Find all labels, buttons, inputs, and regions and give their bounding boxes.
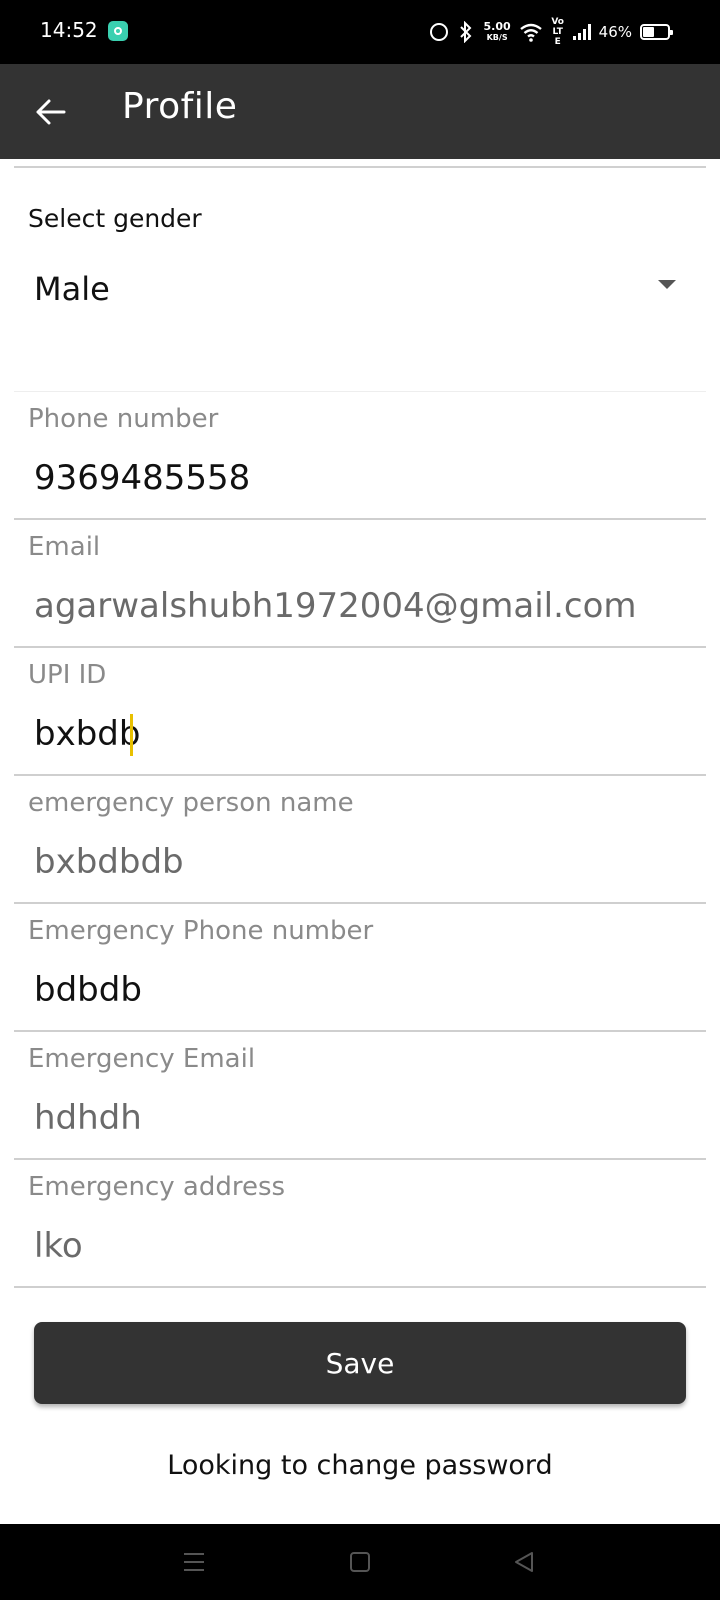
upi-field: UPI ID xyxy=(14,648,706,776)
network-speed-unit: KB/S xyxy=(486,33,508,42)
gender-value: Male xyxy=(34,270,110,308)
status-time: 14:52 xyxy=(40,18,98,42)
emergency-address-field: Emergency address xyxy=(14,1160,706,1288)
menu-icon xyxy=(184,1553,204,1571)
emergency-name-label: emergency person name xyxy=(28,788,354,818)
email-field: Email xyxy=(14,520,706,648)
emergency-email-label: Emergency Email xyxy=(28,1044,256,1074)
status-bar: 14:52 5.00 KB/S Vo LTE 46% xyxy=(0,0,720,64)
emergency-name-field: emergency person name xyxy=(14,776,706,904)
back-button[interactable] xyxy=(22,84,78,140)
emergency-phone-label: Emergency Phone number xyxy=(28,916,374,946)
home-button[interactable] xyxy=(338,1540,382,1584)
emergency-address-underline xyxy=(14,1286,706,1288)
change-password-link[interactable]: Looking to change password xyxy=(0,1450,720,1481)
upi-label: UPI ID xyxy=(28,660,107,690)
dropdown-arrow-icon xyxy=(658,280,676,289)
emergency-name-input[interactable] xyxy=(34,836,694,888)
upi-input[interactable] xyxy=(34,708,694,760)
back-nav-button[interactable] xyxy=(502,1540,546,1584)
emergency-phone-field: Emergency Phone number xyxy=(14,904,706,1032)
signal-icon xyxy=(572,24,591,40)
email-input[interactable] xyxy=(34,580,694,632)
app-notification-icon xyxy=(108,21,128,41)
alarm-icon xyxy=(429,20,448,44)
page-title: Profile xyxy=(122,86,238,127)
home-square-icon xyxy=(350,1552,370,1572)
phone-label: Phone number xyxy=(28,404,219,434)
wifi-icon xyxy=(519,20,543,44)
phone-input[interactable] xyxy=(34,452,694,504)
app-bar: Profile xyxy=(0,64,720,159)
battery-icon xyxy=(640,24,673,40)
network-speed-value: 5.00 xyxy=(483,20,511,33)
emergency-phone-input[interactable] xyxy=(34,964,694,1016)
emergency-address-label: Emergency address xyxy=(28,1172,286,1202)
emergency-address-input[interactable] xyxy=(34,1220,694,1272)
gender-dropdown[interactable]: Male xyxy=(14,250,706,320)
recent-apps-button[interactable] xyxy=(172,1540,216,1584)
system-nav-bar xyxy=(0,1524,720,1600)
arrow-left-icon xyxy=(36,99,66,125)
gender-label: Select gender xyxy=(28,204,202,233)
text-cursor xyxy=(130,714,133,756)
volte-indicator: Vo LTE xyxy=(551,17,564,47)
back-triangle-icon xyxy=(515,1552,533,1572)
bluetooth-icon xyxy=(456,20,476,44)
top-divider xyxy=(14,166,706,168)
battery-percent: 46% xyxy=(598,23,632,41)
status-icons: 5.00 KB/S Vo LTE 46% xyxy=(429,17,673,47)
network-speed: 5.00 KB/S xyxy=(484,21,511,43)
email-label: Email xyxy=(28,532,101,562)
save-button[interactable]: Save xyxy=(34,1322,686,1404)
emergency-email-field: Emergency Email xyxy=(14,1032,706,1160)
emergency-email-input[interactable] xyxy=(34,1092,694,1144)
phone-field: Phone number xyxy=(14,392,706,520)
